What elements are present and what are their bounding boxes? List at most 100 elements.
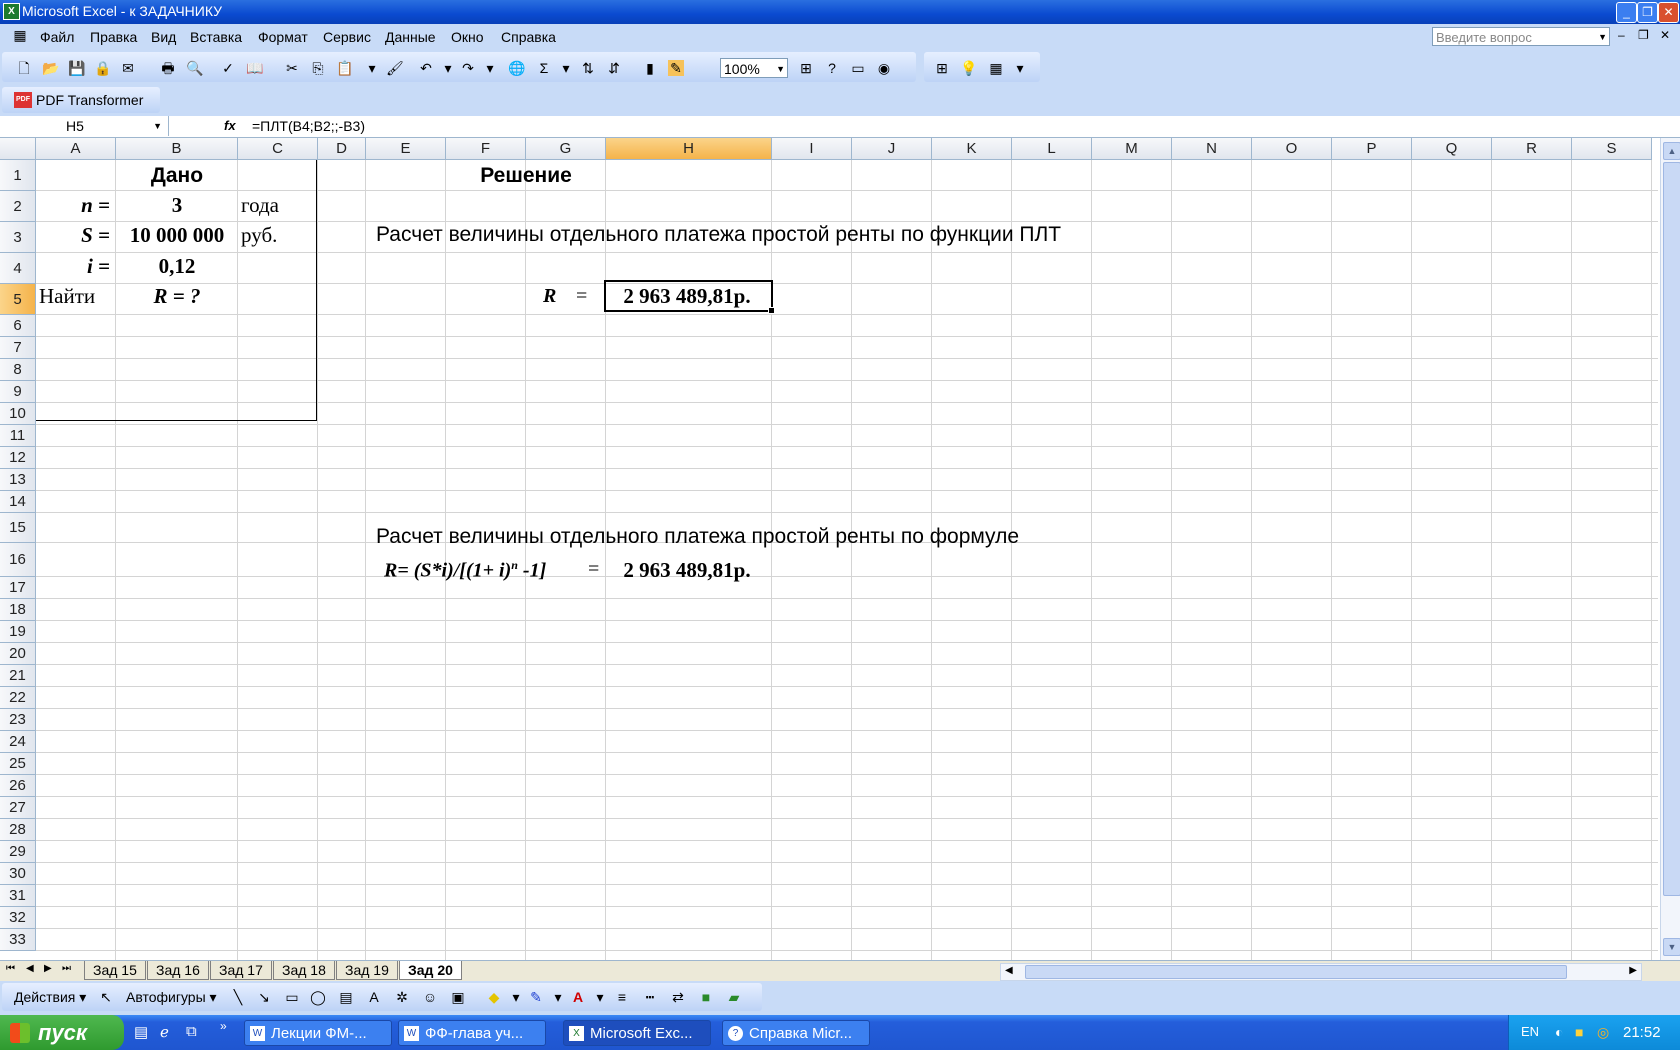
scroll-left-arrow[interactable]: ◀ <box>1005 965 1013 976</box>
row-header-6[interactable]: 6 <box>0 315 36 337</box>
taskbar-button-word-chapter[interactable]: W ФФ-глава уч... <box>398 1020 546 1046</box>
taskbar-button-excel[interactable]: X Microsoft Exc... <box>563 1020 711 1046</box>
language-indicator[interactable]: EN <box>1521 1024 1539 1039</box>
column-header-L[interactable]: L <box>1012 138 1092 160</box>
row-header-22[interactable]: 22 <box>0 687 36 709</box>
last-sheet-icon[interactable]: ⏭ <box>62 963 71 974</box>
browser-icon[interactable]: ℯ <box>160 1023 169 1041</box>
doc-close-button[interactable]: ✕ <box>1660 28 1670 42</box>
worksheet-grid[interactable]: ABCDEFGHIJKLMNOPQRS 1 2 3 4 5 6 7 8 9 10 11 12 13 14 1… <box>0 138 1660 960</box>
chevron-down-icon[interactable]: ▾ <box>364 60 380 76</box>
column-header-S[interactable]: S <box>1572 138 1652 160</box>
sort-ascending-icon[interactable]: ⇅ <box>580 60 596 76</box>
tray-network-icon[interactable]: ◎ <box>1597 1024 1609 1041</box>
cell-B3[interactable]: 10 000 000 <box>116 223 238 248</box>
help-icon[interactable]: ? <box>824 60 840 76</box>
row-header-29[interactable]: 29 <box>0 841 36 863</box>
row-header-3[interactable]: 3 <box>0 222 36 253</box>
close-button[interactable]: ✕ <box>1658 2 1679 23</box>
row-header-27[interactable]: 27 <box>0 797 36 819</box>
textbox-icon[interactable]: ▤ <box>338 989 354 1005</box>
vertical-scrollbar[interactable]: ▲ ▼ <box>1660 138 1680 960</box>
row-header-10[interactable]: 10 <box>0 403 36 425</box>
cell-C2[interactable]: года <box>241 193 279 218</box>
select-all-corner[interactable] <box>0 138 36 160</box>
clipart-icon[interactable]: ☺ <box>422 989 438 1005</box>
column-header-F[interactable]: F <box>446 138 526 160</box>
open-icon[interactable]: 📂 <box>42 60 59 76</box>
row-header-21[interactable]: 21 <box>0 665 36 687</box>
menu-help[interactable]: Справка <box>501 29 556 45</box>
column-header-C[interactable]: C <box>238 138 318 160</box>
row-header-5[interactable]: 5 <box>0 284 36 315</box>
workbook-icon[interactable]: ▦ <box>12 27 28 43</box>
fill-color-icon[interactable]: ◆ <box>486 989 502 1005</box>
column-header-O[interactable]: O <box>1252 138 1332 160</box>
row-header-12[interactable]: 12 <box>0 447 36 469</box>
borders-icon[interactable]: ⊞ <box>934 60 950 76</box>
column-header-P[interactable]: P <box>1332 138 1412 160</box>
cell-H16-result[interactable]: 2 963 489,81р. <box>604 558 770 583</box>
sheet-tab[interactable]: Зад 16 <box>147 961 209 980</box>
scroll-right-arrow[interactable]: ▶ <box>1629 965 1637 976</box>
menu-insert[interactable]: Вставка <box>190 29 242 45</box>
line-color-icon[interactable]: ✎ <box>528 989 544 1005</box>
horizontal-scrollbar[interactable]: ◀ ▶ <box>1000 963 1642 981</box>
first-sheet-icon[interactable]: ⏮ <box>6 963 15 974</box>
select-pointer-icon[interactable]: ↖ <box>98 989 114 1005</box>
menu-format[interactable]: Формат <box>258 29 308 45</box>
pivot-icon[interactable]: ⊞ <box>798 60 814 76</box>
row-header-16[interactable]: 16 <box>0 543 36 577</box>
horizontal-scroll-thumb[interactable] <box>1025 965 1567 979</box>
row-header-13[interactable]: 13 <box>0 469 36 491</box>
shadow-icon[interactable]: ■ <box>698 989 714 1005</box>
chevron-more-icon[interactable]: » <box>220 1019 227 1033</box>
row-header-32[interactable]: 32 <box>0 907 36 929</box>
chevron-down-icon[interactable]: ▾ <box>558 60 574 76</box>
chevron-down-icon[interactable]: ▾ <box>550 989 566 1005</box>
insert-function-icon[interactable]: fx <box>224 118 236 133</box>
undo-icon[interactable]: ↶ <box>418 60 434 76</box>
menu-file[interactable]: Файл <box>40 29 74 45</box>
cell-A5[interactable]: Найти <box>39 284 95 309</box>
spelling-icon[interactable]: ✓ <box>220 60 236 76</box>
arrow-icon[interactable]: ↘ <box>256 989 272 1005</box>
minimize-button[interactable]: _ <box>1616 2 1637 23</box>
chevron-down-icon[interactable]: ▾ <box>592 989 608 1005</box>
cell-A3[interactable]: S = <box>36 223 110 248</box>
autoshapes-menu[interactable]: Автофигуры ▾ <box>126 989 217 1006</box>
prev-sheet-icon[interactable]: ◀ <box>26 963 34 974</box>
row-header-31[interactable]: 31 <box>0 885 36 907</box>
column-header-N[interactable]: N <box>1172 138 1252 160</box>
column-header-Q[interactable]: Q <box>1412 138 1492 160</box>
row-header-11[interactable]: 11 <box>0 425 36 447</box>
tray-flag-icon[interactable]: ■ <box>1575 1024 1583 1040</box>
row-header-7[interactable]: 7 <box>0 337 36 359</box>
picture-icon[interactable]: ▣ <box>450 989 466 1005</box>
column-header-K[interactable]: K <box>932 138 1012 160</box>
name-box[interactable]: H5 ▼ <box>0 116 169 136</box>
cell-H5-result[interactable]: 2 963 489,81р. <box>604 284 770 309</box>
grid-icon[interactable]: ▦ <box>988 60 1004 76</box>
sheet-tab[interactable]: Зад 18 <box>273 961 335 980</box>
column-header-R[interactable]: R <box>1492 138 1572 160</box>
doc-restore-button[interactable]: ❐ <box>1638 28 1649 42</box>
hyperlink-icon[interactable]: 🌐 <box>508 60 525 76</box>
copy-icon[interactable]: ⎘ <box>310 60 326 76</box>
taskbar-button-word-lectures[interactable]: W Лекции ФМ-... <box>244 1020 392 1046</box>
print-preview-icon[interactable]: 🔍 <box>186 60 203 76</box>
dash-style-icon[interactable]: ┅ <box>642 989 658 1005</box>
ask-question-input[interactable]: Введите вопрос ▼ <box>1432 27 1610 46</box>
tray-app-icon[interactable]: ◐ <box>1555 1024 1563 1040</box>
sheet-tab[interactable]: Зад 19 <box>336 961 398 980</box>
cell-G16-equals[interactable]: = <box>588 558 599 581</box>
show-desktop-icon[interactable]: ▤ <box>134 1023 148 1041</box>
chevron-down-icon[interactable]: ▾ <box>508 989 524 1005</box>
row-header-24[interactable]: 24 <box>0 731 36 753</box>
excel-icon[interactable]: X <box>3 3 20 20</box>
line-icon[interactable]: ╲ <box>230 989 246 1005</box>
column-header-J[interactable]: J <box>852 138 932 160</box>
permission-icon[interactable]: 🔒 <box>94 60 111 76</box>
cell-B5[interactable]: R = ? <box>116 284 238 309</box>
arrow-style-icon[interactable]: ⇄ <box>670 989 686 1005</box>
